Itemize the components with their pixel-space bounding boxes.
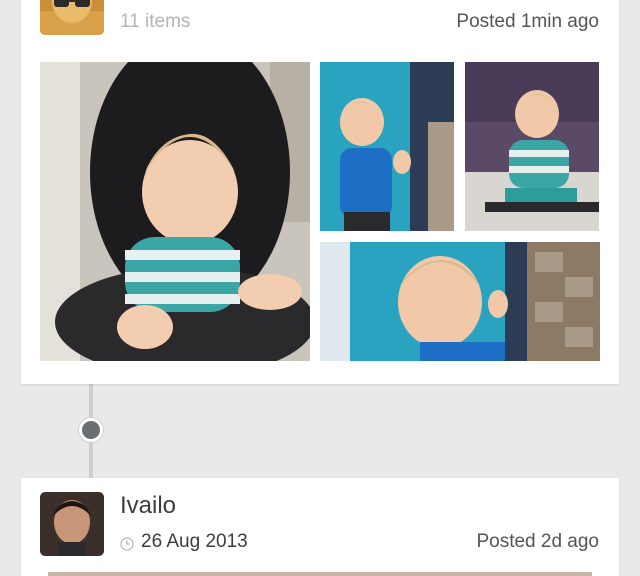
photo-baby-on-chair[interactable] <box>40 62 310 361</box>
posted-time: Posted 2d ago <box>476 531 599 552</box>
author-name[interactable]: Ivailo <box>120 492 176 520</box>
post-date: 26 Aug 2013 <box>120 531 248 553</box>
photo-baby-on-stool[interactable] <box>465 62 599 231</box>
timeline-connector <box>89 438 93 478</box>
photo-baby-closeup-door[interactable] <box>320 242 600 361</box>
item-count: 11 items <box>120 11 191 32</box>
post-card[interactable]: Ivailo 26 Aug 2013 Posted 2d ago <box>21 478 619 576</box>
photo-baby-at-door[interactable] <box>320 62 454 231</box>
timeline-feed: 11 items Posted 1min ago Ivailo 26 Aug 2… <box>0 0 640 576</box>
user-avatar-icon[interactable] <box>40 492 104 556</box>
posted-time: Posted 1min ago <box>456 11 599 32</box>
timeline-node-icon <box>79 418 103 442</box>
clock-icon <box>120 535 134 551</box>
post-date-text: 26 Aug 2013 <box>141 531 248 552</box>
photo-strip[interactable] <box>48 572 592 576</box>
post-card[interactable]: 11 items Posted 1min ago <box>21 0 619 384</box>
user-avatar-icon[interactable] <box>40 0 104 35</box>
